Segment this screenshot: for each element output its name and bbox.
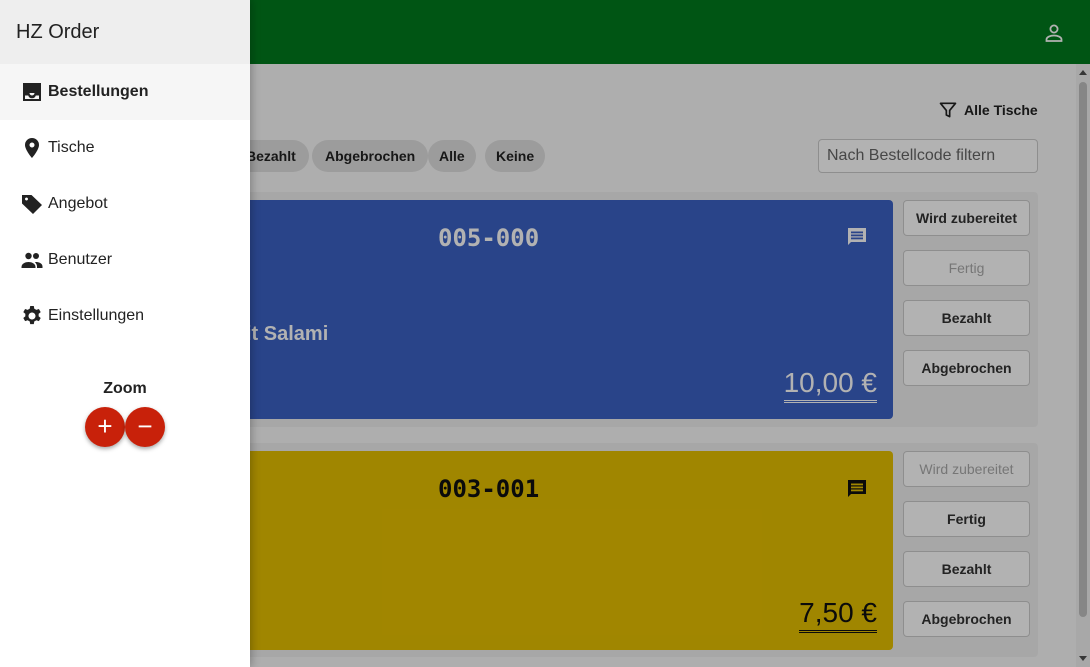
nav-item-label: Tische [48, 139, 95, 156]
tag-icon [22, 195, 42, 214]
zoom-in-button[interactable]: + [85, 407, 125, 447]
nav-item-angebot[interactable]: Angebot [0, 176, 250, 232]
zoom-out-button[interactable]: − [125, 407, 165, 447]
nav-item-label: Benutzer [48, 251, 113, 268]
nav-item-einstellungen[interactable]: Einstellungen [0, 288, 250, 344]
location-pin-icon [25, 138, 39, 158]
nav-item-label: Bestellungen [48, 83, 149, 100]
app-title: HZ Order [0, 0, 250, 64]
zoom-label: Zoom [103, 380, 147, 397]
inbox-icon [23, 83, 41, 101]
gear-icon [23, 306, 41, 325]
nav-item-label: Einstellungen [48, 307, 145, 324]
people-icon [21, 252, 43, 268]
nav-item-label: Angebot [48, 195, 108, 212]
nav-item-bestellungen[interactable]: Bestellungen [0, 64, 250, 120]
nav-item-benutzer[interactable]: Benutzer [0, 232, 250, 288]
nav-item-tische[interactable]: Tische [0, 120, 250, 176]
navigation-drawer: HZ Order Bestellungen Tische Angebot Ben… [0, 0, 250, 667]
